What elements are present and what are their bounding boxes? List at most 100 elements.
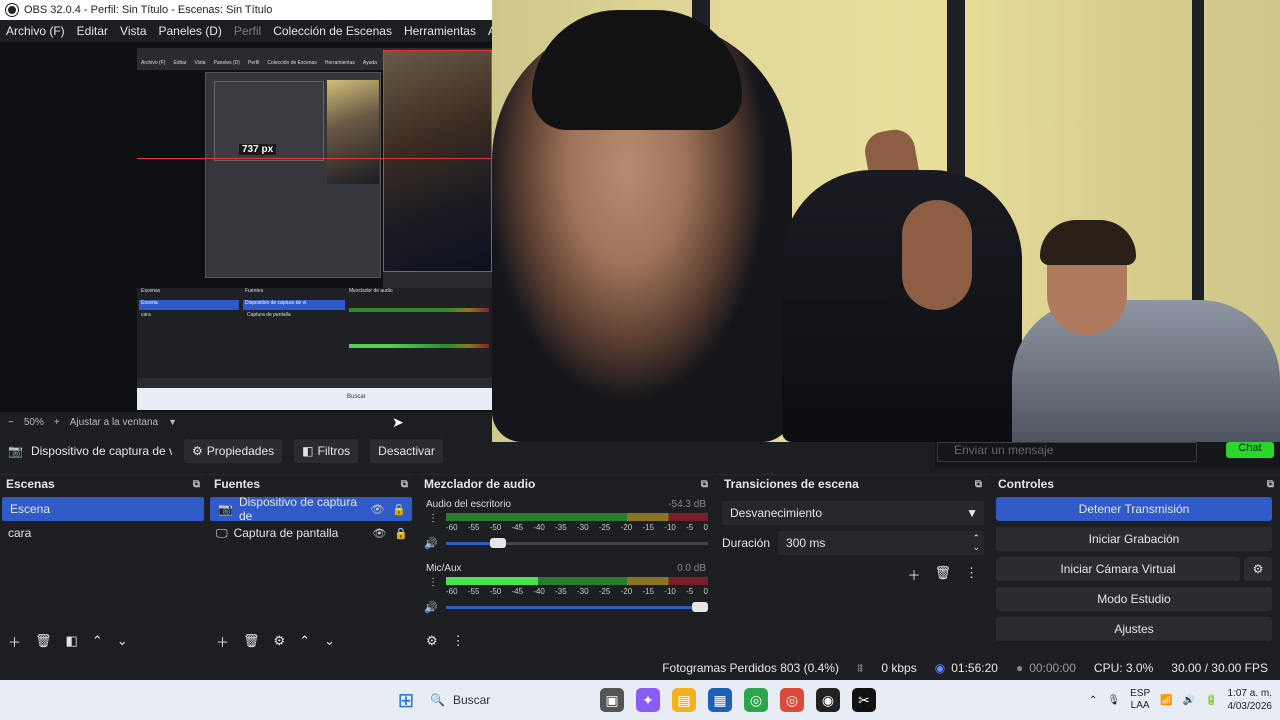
menu-herramientas[interactable]: Herramientas — [398, 24, 482, 38]
trash-icon[interactable]: 🗑 — [934, 565, 951, 584]
meter-tick-label: -30 — [576, 523, 589, 532]
popout-icon[interactable]: ⧉ — [975, 479, 982, 490]
mixer-footer: ⚙ ⋮ — [418, 628, 714, 654]
eye-icon[interactable]: 👁 — [372, 527, 386, 540]
menu-paneles[interactable]: Paneles (D) — [153, 24, 228, 38]
volume-slider-knob[interactable] — [692, 602, 708, 612]
file-explorer-icon[interactable]: ▤ — [672, 688, 696, 712]
deactivate-button[interactable]: Desactivar — [370, 439, 443, 463]
stream-icon: ◉ — [934, 661, 946, 675]
fit-to-window[interactable]: Ajustar a la ventana — [70, 417, 158, 428]
add-icon[interactable]: ＋ — [216, 632, 229, 651]
add-icon[interactable]: ＋ — [8, 632, 21, 651]
menu-editar[interactable]: Editar — [71, 24, 114, 38]
bitrate: 0 kbps — [881, 661, 917, 675]
transitions-body: Desvanecimiento ▼ Duración 300 ms ⌃ ⌄ ＋ 🗑… — [718, 497, 988, 628]
chat-button[interactable]: Chat — [1226, 442, 1274, 458]
menu-vista[interactable]: Vista — [114, 24, 152, 38]
capcut-icon[interactable]: ✂ — [852, 688, 876, 712]
lock-icon[interactable]: 🔒 — [392, 503, 406, 516]
meter-tick-label: -15 — [642, 587, 655, 596]
popout-icon[interactable]: ⧉ — [193, 479, 200, 490]
more-options-icon[interactable]: ⋮ — [428, 577, 438, 588]
move-up-icon[interactable]: ⌃ — [299, 633, 310, 649]
menu-coleccion-escenas[interactable]: Colección de Escenas — [267, 24, 398, 38]
more-options-icon[interactable]: ⋮ — [965, 565, 978, 584]
speaker-icon[interactable]: 🔊 — [424, 537, 438, 550]
settings-button[interactable]: Ajustes — [996, 617, 1272, 641]
windows-start-icon[interactable]: ⊞ — [394, 688, 418, 712]
virtual-camera-button[interactable]: Iniciar Cámara Virtual — [996, 557, 1240, 581]
virtual-camera-settings-gear-icon[interactable]: ⚙ — [1244, 557, 1272, 581]
scene-label: cara — [8, 526, 32, 540]
copilot-icon[interactable]: ✦ — [636, 688, 660, 712]
volume-slider-knob[interactable] — [490, 538, 507, 548]
lang-1: ESP — [1130, 688, 1151, 699]
eye-icon[interactable]: 👁 — [370, 503, 384, 516]
microphone-icon[interactable]: 🎙 — [1107, 695, 1120, 706]
store-icon[interactable]: ▦ — [708, 688, 732, 712]
more-options-icon[interactable]: ⋮ — [452, 633, 465, 649]
studio-mode-button[interactable]: Modo Estudio — [996, 587, 1272, 611]
lock-icon[interactable]: 🔒 — [394, 527, 408, 540]
nested-search-label: Buscar — [347, 394, 366, 400]
menu-perfil[interactable]: Perfil — [228, 24, 267, 38]
more-options-icon[interactable]: ⋮ — [428, 513, 438, 524]
spin-arrows-icon[interactable]: ⌃ ⌄ — [972, 534, 980, 552]
filters-button[interactable]: ◧ Filtros — [294, 439, 359, 463]
mixer-channels: Audio del escritorio -54.3 dB ⋮ -60 -55 -5… — [418, 497, 714, 628]
meter-tick-label: -55 — [467, 587, 480, 596]
source-item[interactable]: 📷 Dispositivo de captura de 👁 🔒 — [210, 495, 412, 523]
monitor-icon: 🖵 — [216, 525, 228, 540]
meter-tick-label: -35 — [555, 523, 567, 532]
mixer-header: Mezclador de audio ⧉ — [418, 475, 714, 493]
properties-button[interactable]: ⚙ Propiedades — [184, 439, 283, 463]
meter-tick-label: -45 — [511, 587, 524, 596]
chat-input[interactable]: Enviar un mensaje — [937, 442, 1197, 462]
volume-slider[interactable] — [446, 538, 708, 548]
chevron-down-icon[interactable]: ▼ — [168, 417, 177, 427]
start-recording-button[interactable]: Iniciar Grabación — [996, 527, 1272, 551]
popout-icon[interactable]: ⧉ — [701, 479, 708, 490]
chrome-icon[interactable]: ◎ — [744, 688, 768, 712]
popout-icon[interactable]: ⧉ — [401, 479, 408, 490]
zoom-out-button[interactable]: − — [8, 417, 14, 428]
volume-icon[interactable]: 🔊 — [1183, 695, 1195, 706]
chrome-profile-icon[interactable]: ◎ — [780, 688, 804, 712]
gear-icon[interactable]: ⚙ — [426, 633, 438, 649]
source-item[interactable]: 🖵 Captura de pantalla 👁 🔒 — [208, 521, 414, 545]
scene-item[interactable]: Escena — [2, 497, 204, 521]
nested-mixer-label: Mezclador de audio — [349, 288, 393, 294]
duration-spinbox[interactable]: 300 ms ⌃ ⌄ — [778, 531, 984, 555]
move-up-icon[interactable]: ⌃ — [92, 633, 103, 649]
volume-meter — [446, 577, 708, 585]
chevron-up-icon[interactable]: ⌃ — [1089, 695, 1097, 706]
speaker-icon[interactable]: 🔊 — [424, 601, 438, 614]
scene-item[interactable]: cara — [0, 521, 206, 545]
battery-icon[interactable]: 🔋 — [1205, 695, 1217, 706]
sources-list: 📷 Dispositivo de captura de 👁 🔒 🖵 Captura d… — [208, 495, 414, 628]
meter-scale: -60 -55 -50 -45 -40 -35 -30 -25 -20 -15 -10 -5 0 — [446, 523, 708, 532]
transition-select[interactable]: Desvanecimiento ▼ — [722, 501, 984, 525]
move-down-icon[interactable]: ⌄ — [324, 633, 335, 649]
trash-icon[interactable]: 🗑 — [35, 633, 52, 649]
gear-icon[interactable]: ⚙ — [274, 633, 286, 649]
menu-archivo[interactable]: Archivo (F) — [0, 24, 71, 38]
scene-filters-icon[interactable]: ◧ — [66, 633, 78, 649]
wifi-icon[interactable]: 📶 — [1160, 695, 1172, 706]
taskbar-search[interactable]: 🔍 Buscar — [424, 685, 594, 715]
language-indicator[interactable]: ESP LAA — [1130, 688, 1150, 712]
clock[interactable]: 1:07 a. m. 4/03/2026 — [1228, 687, 1273, 713]
zoom-in-button[interactable]: + — [54, 417, 60, 428]
move-down-icon[interactable]: ⌄ — [117, 633, 128, 649]
stop-stream-button[interactable]: Detener Transmisión — [996, 497, 1272, 521]
trash-icon[interactable]: 🗑 — [243, 633, 260, 649]
add-icon[interactable]: ＋ — [907, 565, 920, 584]
popout-icon[interactable]: ⧉ — [1267, 479, 1274, 490]
controls-header: Controles ⧉ — [992, 475, 1280, 493]
volume-slider[interactable] — [446, 602, 708, 612]
task-view-icon[interactable]: ▣ — [600, 688, 624, 712]
mouse-cursor-icon: ➤ — [392, 414, 404, 430]
obs-icon[interactable]: ◉ — [816, 688, 840, 712]
duration-value: 300 ms — [786, 536, 826, 550]
